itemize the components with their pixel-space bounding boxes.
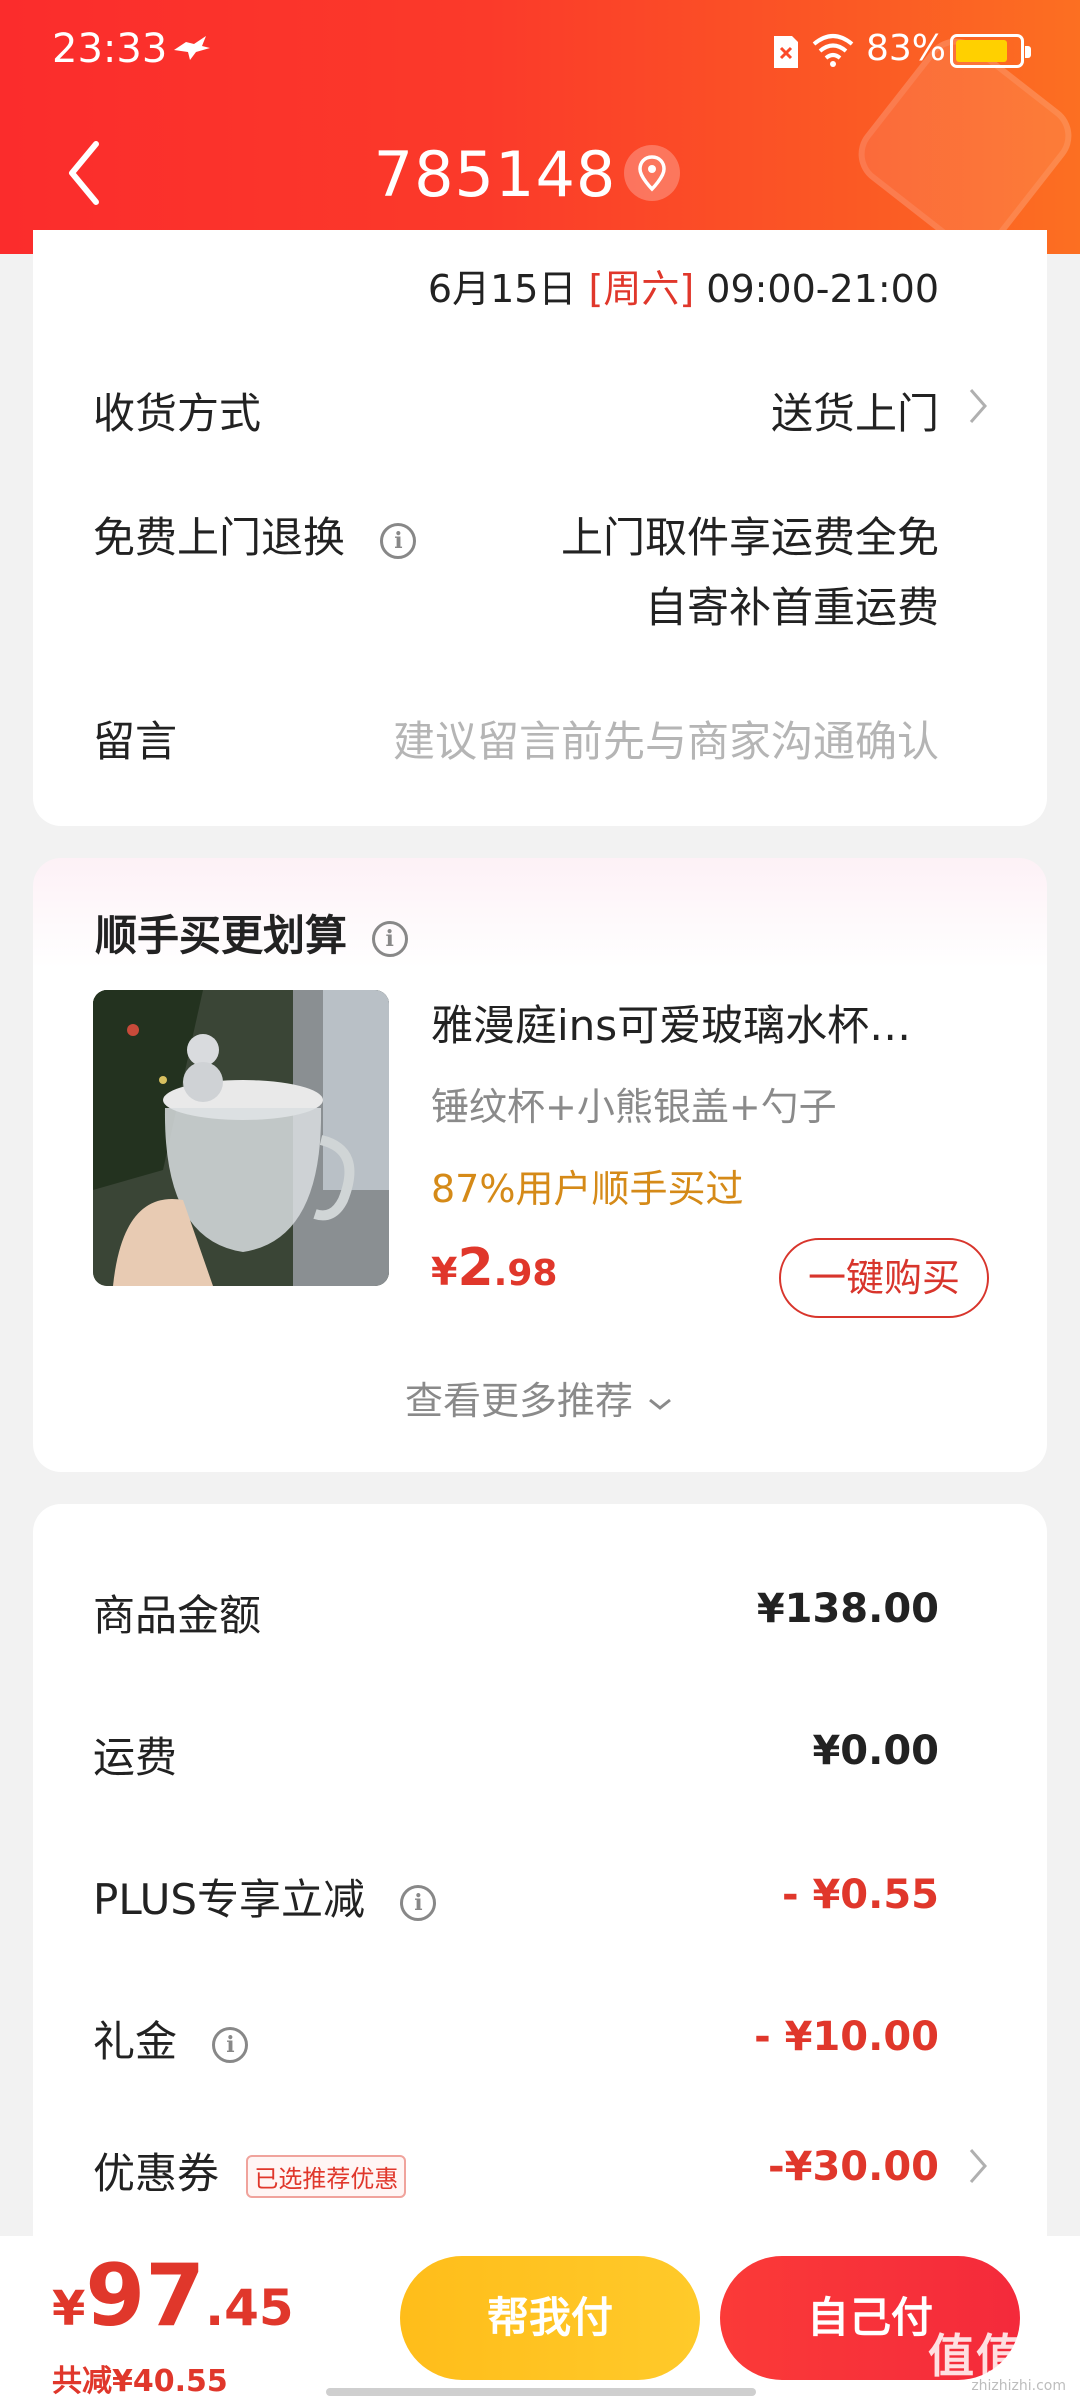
header-bar: 23:33 83% 785148: [0, 0, 1080, 254]
help-me-pay-button[interactable]: 帮我付: [400, 2256, 700, 2380]
delivery-date: 6月15日: [427, 267, 577, 311]
chevron-down-icon: [649, 1398, 671, 1410]
watermark-logo: 值值值: [928, 2329, 1072, 2383]
more-recommend-link[interactable]: 查看更多推荐: [33, 1370, 1047, 1425]
bird-icon: [174, 36, 210, 60]
total-saved: 共减¥40.55: [52, 2364, 228, 2399]
total-price: ¥97.45: [52, 2246, 294, 2346]
chevron-right-icon[interactable]: [967, 2146, 989, 2186]
shipping-fee-label: 运费: [93, 1733, 178, 1782]
product-hint: 87%用户顺手买过: [431, 1167, 744, 1211]
coupon-tag: 已选推荐优惠: [246, 2155, 407, 2198]
shipping-fee-value: ¥0.00: [812, 1728, 939, 1774]
delivery-weekday: [周六]: [588, 267, 695, 311]
page-title: 785148: [373, 138, 617, 211]
info-icon[interactable]: i: [400, 1884, 437, 1921]
delivery-time[interactable]: 6月15日 [周六] 09:00-21:00: [428, 258, 939, 313]
goods-amount-value: ¥138.00: [756, 1586, 939, 1632]
shipping-method-value[interactable]: 送货上门: [771, 380, 939, 441]
shipping-method-label: 收货方式: [93, 389, 262, 438]
free-return-text: 免费上门退换: [93, 513, 346, 562]
plus-discount-label: PLUS专享立减 i: [93, 1866, 437, 1927]
total-currency: ¥: [52, 2281, 86, 2337]
battery-percent: 83%: [866, 28, 947, 69]
gift-money-label: 礼金 i: [93, 2008, 249, 2069]
more-recommend-label: 查看更多推荐: [404, 1379, 633, 1423]
home-indicator[interactable]: [326, 2388, 756, 2396]
recommend-card: 顺手买更划算 i 雅漫庭ins可爱玻璃水杯… 锤纹杯+小熊银盖+勺子 87%用户…: [33, 858, 1047, 1472]
info-icon[interactable]: i: [212, 2026, 249, 2063]
goods-amount-label: 商品金额: [93, 1591, 262, 1640]
sim-icon: [774, 36, 798, 68]
gift-money-value: - ¥10.00: [754, 2014, 939, 2060]
plus-discount-value: - ¥0.55: [781, 1872, 939, 1918]
message-input[interactable]: 建议留言前先与商家沟通确认: [393, 708, 939, 769]
gift-money-text: 礼金: [93, 2017, 178, 2066]
location-pin-icon[interactable]: [624, 145, 680, 201]
bottom-checkout-bar: ¥97.45 共减¥40.55 帮我付 自己付 值值值 zhizhizhi.co…: [0, 2236, 1080, 2400]
plus-discount-text: PLUS专享立减: [93, 1875, 366, 1924]
product-spec: 锤纹杯+小熊银盖+勺子: [431, 1085, 837, 1129]
total-int: 97: [85, 2246, 206, 2346]
price-currency: ¥: [431, 1250, 458, 1294]
recommend-title-text: 顺手买更划算: [95, 911, 348, 960]
info-icon[interactable]: i: [380, 522, 417, 559]
product-name[interactable]: 雅漫庭ins可爱玻璃水杯…: [431, 992, 991, 1053]
chevron-right-icon[interactable]: [967, 386, 989, 426]
status-time: 23:33: [52, 26, 168, 72]
coupon-value[interactable]: -¥30.00: [768, 2144, 939, 2190]
coupon-label: 优惠券 已选推荐优惠: [93, 2140, 407, 2201]
price-int: 2: [457, 1238, 494, 1298]
recommend-title: 顺手买更划算 i: [95, 902, 408, 963]
battery-icon: [950, 34, 1031, 68]
battery-fill: [956, 40, 1008, 62]
price-summary-card: 商品金额 ¥138.00 运费 ¥0.00 PLUS专享立减 i - ¥0.55…: [33, 1504, 1047, 2264]
delivery-time-range: 09:00-21:00: [706, 267, 939, 311]
free-return-value-2: 自寄补首重运费: [644, 583, 939, 632]
free-return-value-1: 上门取件享运费全免: [560, 513, 939, 562]
coupon-text: 优惠券: [93, 2149, 220, 2198]
product-price: ¥2.98: [431, 1238, 557, 1298]
free-return-label: 免费上门退换 i: [93, 504, 417, 565]
wifi-icon: [812, 34, 854, 67]
watermark-url: zhizhizhi.com: [971, 2378, 1066, 2394]
total-dec: .45: [205, 2279, 294, 2337]
status-bar: 23:33 83%: [0, 0, 1080, 100]
delivery-card: 6月15日 [周六] 09:00-21:00 收货方式 送货上门 免费上门退换 …: [33, 230, 1047, 826]
message-label: 留言: [93, 717, 178, 766]
price-dec: .98: [493, 1253, 558, 1294]
product-image[interactable]: [93, 990, 389, 1286]
info-icon[interactable]: i: [371, 920, 408, 957]
one-click-buy-button[interactable]: 一键购买: [779, 1238, 989, 1318]
